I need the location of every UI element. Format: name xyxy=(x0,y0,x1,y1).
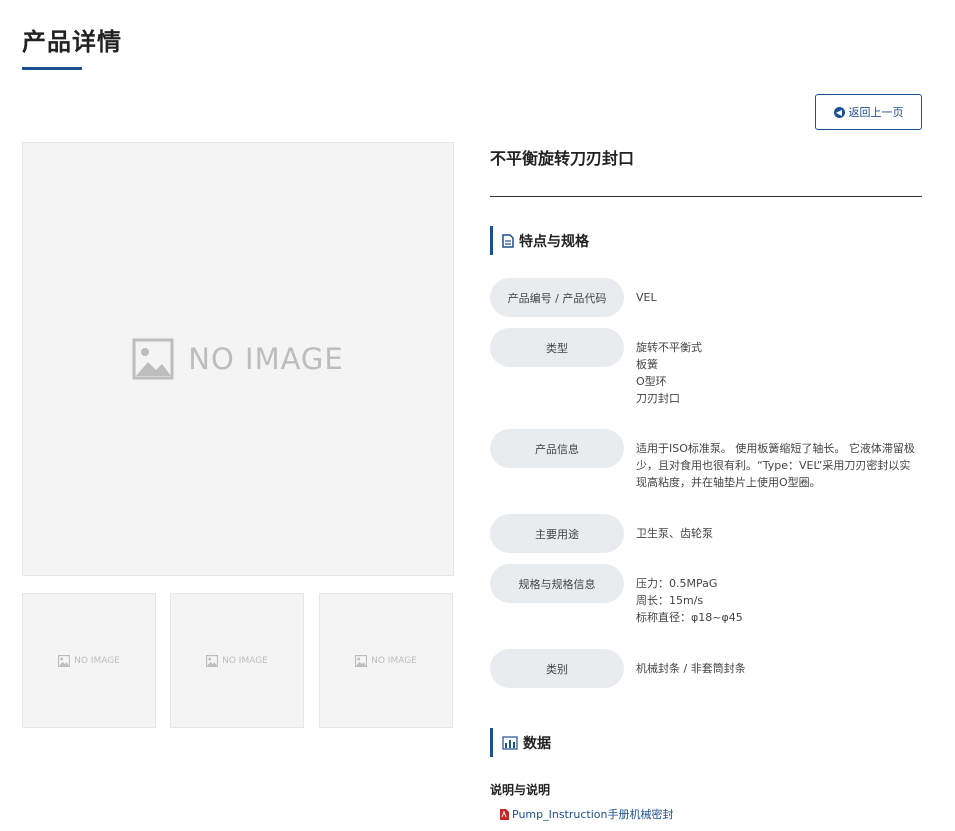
image-placeholder-icon xyxy=(132,338,174,380)
arrow-left-circle-icon: ◀ xyxy=(833,106,845,118)
pdf-file-link-label: Pump_Instruction手册机械密封 xyxy=(512,808,674,821)
no-image-text: NO IMAGE xyxy=(222,655,268,666)
data-chart-icon xyxy=(502,735,518,750)
image-placeholder-icon xyxy=(355,654,368,667)
spec-value-specifications: 压力：0.5MPaG 周长：15m/s 标称直径：φ18~φ45 xyxy=(636,577,743,624)
divider xyxy=(490,196,922,197)
thumbnail-1[interactable]: NO IMAGE xyxy=(22,593,156,728)
title-underline xyxy=(22,67,82,70)
thumbnail-3[interactable]: NO IMAGE xyxy=(319,593,453,728)
spec-label-product-code: 产品编号 / 产品代码 xyxy=(490,278,624,317)
spec-label-main-use: 主要用途 xyxy=(490,514,624,553)
spec-value-category: 机械封条 / 非套筒封条 xyxy=(636,662,746,675)
spec-value-product-info: 适用于ISO标准泵。 使用板簧缩短了轴长。 它液体滞留极 少，且对食用也很有利。… xyxy=(636,442,915,489)
spec-label-product-info: 产品信息 xyxy=(490,429,624,468)
product-name: 不平衡旋转刀刃封口 xyxy=(490,149,635,168)
specs-section-title: 特点与规格 xyxy=(519,233,589,250)
back-button[interactable]: ◀ 返回上一页 xyxy=(815,94,922,130)
back-button-label: 返回上一页 xyxy=(848,106,904,119)
spec-label-type: 类型 xyxy=(490,328,624,367)
main-product-image: NO IMAGE xyxy=(22,142,454,576)
no-image-text: NO IMAGE xyxy=(74,655,120,666)
image-placeholder-icon xyxy=(58,654,71,667)
page-title: 产品详情 xyxy=(22,28,122,56)
pdf-icon xyxy=(500,808,509,820)
thumbnail-2[interactable]: NO IMAGE xyxy=(170,593,304,728)
no-image-text: NO IMAGE xyxy=(188,342,344,376)
spec-value-main-use: 卫生泵、齿轮泵 xyxy=(636,527,713,540)
spec-value-type: 旋转不平衡式 板簧 O型环 刀刃封口 xyxy=(636,341,702,405)
instructions-subheading: 说明与说明 xyxy=(490,783,551,797)
spec-label-category: 类别 xyxy=(490,649,624,688)
pdf-file-link[interactable]: Pump_Instruction手册机械密封 xyxy=(500,806,673,822)
data-section-title: 数据 xyxy=(523,735,551,752)
data-section-heading: 数据 xyxy=(490,728,551,757)
document-icon xyxy=(502,233,514,248)
spec-value-product-code: VEL xyxy=(636,291,657,304)
spec-label-specifications: 规格与规格信息 xyxy=(490,564,624,603)
no-image-text: NO IMAGE xyxy=(371,655,417,666)
specs-section-heading: 特点与规格 xyxy=(490,226,589,255)
image-placeholder-icon xyxy=(206,654,219,667)
